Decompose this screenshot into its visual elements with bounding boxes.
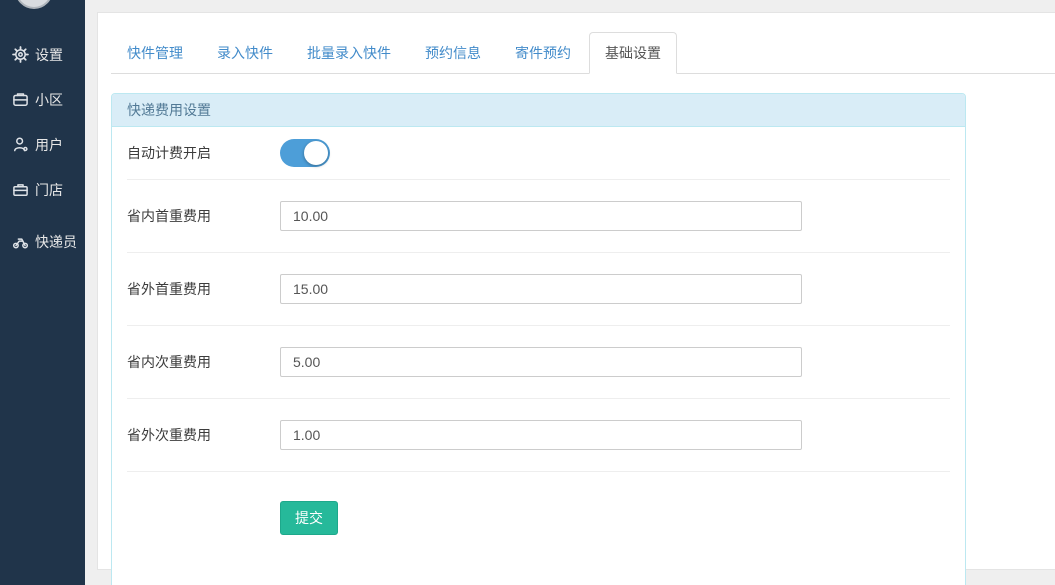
out-province-next-weight-input[interactable] xyxy=(280,420,802,450)
sidebar-item-settings[interactable]: 设置 xyxy=(0,32,85,77)
tab-batch-enter-express[interactable]: 批量录入快件 xyxy=(291,32,407,74)
sidebar-item-community[interactable]: 小区 xyxy=(0,77,85,122)
tab-bar: 快件管理 录入快件 批量录入快件 预约信息 寄件预约 基础设置 xyxy=(111,32,1055,74)
in-province-next-weight-input[interactable] xyxy=(280,347,802,377)
sidebar-menu: 设置 小区 用户 xyxy=(0,0,85,264)
fee-row: 省外次重费用 xyxy=(127,399,950,472)
submit-button[interactable]: 提交 xyxy=(280,501,338,535)
out-province-first-weight-input[interactable] xyxy=(280,274,802,304)
auto-billing-toggle[interactable] xyxy=(280,139,330,167)
fee-label: 省内次重费用 xyxy=(127,352,280,372)
sidebar-item-label: 设置 xyxy=(35,45,63,65)
fee-settings-panel: 快递费用设置 自动计费开启 省内首重费用 省外首重费用 省内次重费用 xyxy=(111,93,966,585)
fee-row: 省内次重费用 xyxy=(127,326,950,399)
tab-enter-express[interactable]: 录入快件 xyxy=(201,32,289,74)
sidebar-item-label: 门店 xyxy=(35,180,63,200)
sidebar-item-label: 快递员 xyxy=(35,232,77,252)
tab-express-management[interactable]: 快件管理 xyxy=(111,32,199,74)
panel-title: 快递费用设置 xyxy=(112,94,965,127)
toggle-knob xyxy=(304,141,328,165)
fee-row: 省外首重费用 xyxy=(127,253,950,326)
panel-body: 自动计费开启 省内首重费用 省外首重费用 省内次重费用 省外次重费用 xyxy=(112,127,965,585)
tab-basic-settings[interactable]: 基础设置 xyxy=(589,32,677,74)
sidebar-item-users[interactable]: 用户 xyxy=(0,122,85,167)
content-card: 快件管理 录入快件 批量录入快件 预约信息 寄件预约 基础设置 快递费用设置 自… xyxy=(97,12,1055,570)
store-icon xyxy=(12,181,29,198)
sidebar-item-label: 小区 xyxy=(35,90,63,110)
courier-icon xyxy=(12,233,29,250)
submit-row: 提交 xyxy=(127,472,950,585)
tab-reservation-info[interactable]: 预约信息 xyxy=(409,32,497,74)
tab-send-reservation[interactable]: 寄件预约 xyxy=(499,32,587,74)
in-province-first-weight-input[interactable] xyxy=(280,201,802,231)
sidebar-item-couriers[interactable]: 快递员 xyxy=(0,219,85,264)
community-icon xyxy=(12,91,29,108)
fee-label: 省外首重费用 xyxy=(127,279,280,299)
sidebar: 设置 小区 用户 xyxy=(0,0,85,585)
fee-label: 省内首重费用 xyxy=(127,206,280,226)
auto-billing-row: 自动计费开启 xyxy=(127,127,950,180)
user-icon xyxy=(12,136,29,153)
fee-label: 省外次重费用 xyxy=(127,425,280,445)
gear-icon xyxy=(12,46,29,63)
sidebar-item-stores[interactable]: 门店 xyxy=(0,167,85,212)
auto-billing-label: 自动计费开启 xyxy=(127,143,280,163)
sidebar-item-label: 用户 xyxy=(35,135,63,155)
fee-row: 省内首重费用 xyxy=(127,180,950,253)
